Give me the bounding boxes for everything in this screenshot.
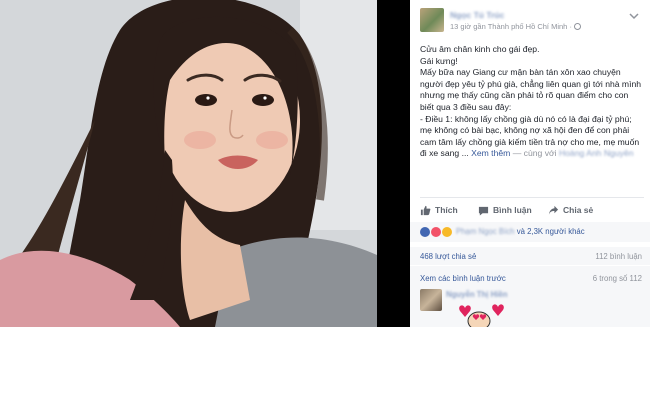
post-meta-text[interactable]: 13 giờ gần Thành phố Hồ Chí Minh · bbox=[450, 22, 574, 31]
reactions-summary[interactable]: Phạm Ngọc Bích và 2,3K người khác bbox=[456, 227, 585, 236]
with-label: — cùng với bbox=[512, 148, 557, 159]
thumbs-up-icon bbox=[420, 205, 431, 215]
post-line-rule1: - Điều 1: không lấy chồng già dù nó có l… bbox=[420, 114, 644, 160]
divider bbox=[420, 197, 644, 198]
like-button[interactable]: Thích bbox=[420, 202, 458, 218]
reactions-row: Phạm Ngọc Bích và 2,3K người khác bbox=[410, 222, 650, 242]
post-meta: 13 giờ gần Thành phố Hồ Chí Minh · bbox=[450, 22, 582, 31]
comment-button[interactable]: Bình luận bbox=[478, 202, 532, 218]
author-avatar[interactable] bbox=[420, 8, 444, 32]
commenter-avatar[interactable] bbox=[420, 289, 442, 311]
reactors-suffix[interactable]: và 2,3K người khác bbox=[517, 227, 585, 236]
photo-lightbox: Ngọc Tú Trúc 13 giờ gần Thành phố Hồ Chí… bbox=[0, 0, 650, 327]
like-label: Thích bbox=[435, 205, 458, 215]
comments-count: 112 bình luận bbox=[595, 252, 642, 261]
comments-section: Xem các bình luận trước 6 trong số 112 N… bbox=[410, 266, 650, 327]
haha-reaction-icon[interactable] bbox=[442, 227, 452, 237]
heart-eyes-sticker-icon bbox=[459, 304, 504, 327]
author-name[interactable]: Ngọc Tú Trúc bbox=[450, 10, 504, 20]
post-body: Cửu âm chân kinh cho gái đẹp. Gái kưng! … bbox=[420, 44, 644, 160]
chevron-down-icon[interactable] bbox=[628, 12, 640, 22]
post-line-title: Cửu âm chân kinh cho gái đẹp. bbox=[420, 44, 540, 54]
love-reaction-icon[interactable] bbox=[431, 227, 441, 237]
selfie-illustration bbox=[0, 0, 377, 327]
globe-icon bbox=[574, 23, 582, 30]
share-button[interactable]: Chia sẻ bbox=[548, 202, 593, 218]
shares-count[interactable]: 468 lượt chia sẻ bbox=[420, 252, 476, 261]
tagged-person[interactable]: Hoàng Anh Nguyên bbox=[559, 148, 634, 158]
post-stats: 468 lượt chia sẻ 112 bình luận bbox=[410, 247, 650, 265]
post-actions: Thích Bình luận Chia sẻ bbox=[420, 202, 644, 218]
comments-pager: 6 trong số 112 bbox=[592, 274, 642, 283]
post-header: Ngọc Tú Trúc 13 giờ gần Thành phố Hồ Chí… bbox=[420, 8, 642, 32]
comment-icon bbox=[478, 206, 489, 216]
see-more-link[interactable]: Xem thêm bbox=[471, 148, 510, 158]
post-line-intro: Mấy bữa nay Giang cư mận bàn tán xôn xao… bbox=[420, 67, 642, 112]
view-previous-comments[interactable]: Xem các bình luận trước bbox=[420, 274, 506, 283]
post-photo[interactable] bbox=[0, 0, 377, 327]
page-background bbox=[0, 327, 650, 406]
comment-label: Bình luận bbox=[493, 205, 532, 215]
share-icon bbox=[548, 205, 559, 215]
reactors-names[interactable]: Phạm Ngọc Bích bbox=[456, 227, 515, 236]
post-side-panel: Ngọc Tú Trúc 13 giờ gần Thành phố Hồ Chí… bbox=[410, 0, 650, 327]
lightbox-gap bbox=[377, 0, 410, 327]
share-label: Chia sẻ bbox=[563, 205, 594, 215]
commenter-name[interactable]: Nguyễn Thị Hiền bbox=[446, 290, 508, 299]
post-line-greeting: Gái kưng! bbox=[420, 55, 458, 66]
like-reaction-icon[interactable] bbox=[420, 227, 430, 237]
